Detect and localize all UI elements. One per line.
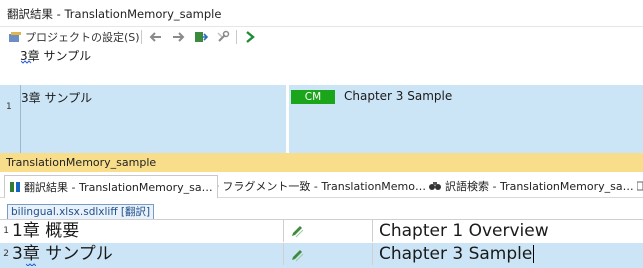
project-settings-icon bbox=[9, 32, 21, 42]
tab-translation-results[interactable]: 翻訳結果 - TranslationMemory_sa… bbox=[4, 175, 218, 198]
tm-name-strip: TranslationMemory_sample bbox=[0, 153, 643, 172]
window-title-bar: 翻訳結果 - TranslationMemory_sample bbox=[0, 0, 643, 27]
segment-number: 2 bbox=[3, 249, 9, 259]
project-settings-button[interactable]: プロジェクトの設定(S) bbox=[8, 29, 140, 45]
segment-status bbox=[283, 243, 373, 265]
spell-squiggle bbox=[21, 60, 32, 64]
segment-status bbox=[283, 220, 373, 242]
segment-source: 3章 サンプル bbox=[12, 244, 113, 264]
next-button[interactable] bbox=[244, 29, 256, 45]
project-settings-label: プロジェクトの設定(S) bbox=[25, 31, 140, 44]
binoculars-icon bbox=[429, 182, 441, 190]
toolbar-separator bbox=[141, 30, 142, 44]
tab-fragment-match[interactable]: フラグメント一致 - TranslationMemo… bbox=[214, 175, 426, 197]
apply-translation-button[interactable] bbox=[194, 29, 208, 45]
tm-settings-button[interactable] bbox=[216, 29, 230, 45]
tm-column-divider bbox=[286, 85, 289, 153]
fragment-match-icon bbox=[218, 185, 220, 187]
toolbar-separator bbox=[236, 30, 237, 44]
wrench-icon bbox=[217, 30, 230, 42]
forward-button[interactable] bbox=[171, 29, 185, 45]
tm-toolbar: プロジェクトの設定(S) bbox=[0, 27, 643, 47]
tab-overflow-icon bbox=[637, 181, 643, 191]
tm-row-number: 1 bbox=[0, 85, 21, 153]
segment-source: 1章 概要 bbox=[12, 221, 80, 241]
tm-source-cell: 3章 サンプル bbox=[21, 85, 284, 153]
tm-source-text: 3章 サンプル bbox=[21, 91, 93, 105]
editor-grid: 1 1章 概要 Chapter 1 Overview 2 3章 サンプル Cha… bbox=[0, 219, 643, 268]
segment-target-active[interactable]: Chapter 3 Sample bbox=[379, 243, 639, 265]
tm-match-row[interactable]: 1 3章 サンプル CM Chapter 3 Sample bbox=[0, 85, 643, 153]
segment-target[interactable]: Chapter 1 Overview bbox=[379, 220, 639, 242]
document-tab[interactable]: bilingual.xlsx.sdlxliff [翻訳] bbox=[7, 204, 155, 220]
editor-row[interactable]: 1 1章 概要 Chapter 1 Overview bbox=[0, 220, 643, 242]
apply-translation-icon bbox=[195, 32, 208, 42]
tab-overflow[interactable] bbox=[637, 175, 643, 197]
translated-pencil-icon bbox=[292, 250, 304, 262]
chevron-right-icon bbox=[246, 31, 255, 43]
tm-name-label: TranslationMemory_sample bbox=[6, 156, 157, 169]
tab-concordance-search[interactable]: 訳語検索 - TranslationMemory_sa… bbox=[424, 175, 640, 197]
segment-number: 1 bbox=[3, 226, 9, 236]
editor-row[interactable]: 2 3章 サンプル Chapter 3 Sample bbox=[0, 243, 643, 268]
back-button[interactable] bbox=[149, 29, 163, 45]
window-title: 翻訳結果 - TranslationMemory_sample bbox=[7, 7, 222, 21]
translated-pencil-icon bbox=[292, 226, 304, 238]
spell-squiggle bbox=[26, 263, 36, 266]
translation-results-icon bbox=[10, 182, 20, 192]
segment-target-text: Chapter 3 Sample bbox=[379, 244, 533, 264]
arrow-right-icon bbox=[173, 32, 185, 42]
arrow-left-icon bbox=[149, 32, 161, 42]
text-caret bbox=[533, 245, 535, 263]
results-tab-bar: 翻訳結果 - TranslationMemory_sa… フラグメント一致 - … bbox=[0, 175, 643, 198]
context-match-badge: CM bbox=[291, 90, 335, 104]
tm-target-text: Chapter 3 Sample bbox=[344, 89, 453, 103]
